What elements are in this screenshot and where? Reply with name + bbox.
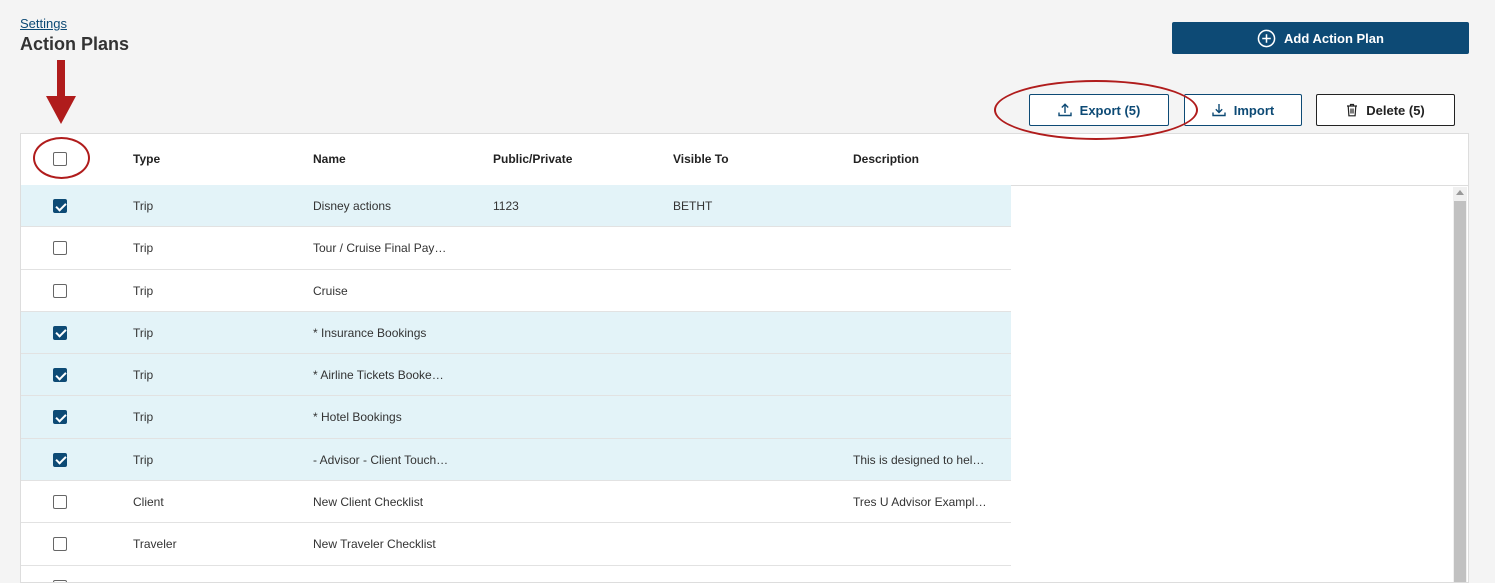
column-header-description[interactable]: Description <box>853 152 919 166</box>
vertical-scrollbar[interactable] <box>1453 187 1467 582</box>
cell-name: * Airline Tickets Booke… <box>313 368 444 383</box>
scrollbar-thumb[interactable] <box>1454 201 1466 582</box>
delete-label: Delete (5) <box>1366 102 1425 118</box>
cell-type: Trip <box>133 283 154 298</box>
export-button[interactable]: Export (5) <box>1029 94 1169 126</box>
cell-type: Trip <box>133 410 154 425</box>
cell-name: New Client Checklist <box>313 495 424 510</box>
cell-type: Trip <box>133 368 154 383</box>
table-row[interactable]: Trip - Advisor - Client Touch… This is des… <box>21 438 1011 482</box>
cell-name: Cruise <box>313 283 348 298</box>
cell-name: Tour / Cruise Final Pay… <box>313 241 447 256</box>
cell-description: Tres U Advisor Exampl… <box>853 495 987 510</box>
table-row[interactable]: Trip Cruise <box>21 269 1011 312</box>
row-checkbox[interactable] <box>53 537 67 552</box>
cell-type: Traveler <box>133 537 177 552</box>
row-checkbox[interactable] <box>53 368 67 383</box>
row-checkbox[interactable] <box>53 199 67 213</box>
column-header-type[interactable]: Type <box>133 152 160 166</box>
table-row[interactable]: Trip * Airline Tickets Booke… <box>21 354 1011 397</box>
table-body: Trip Disney actions 1123 BETHT Trip Tour / Cr… <box>21 185 1011 582</box>
table-row[interactable]: Client New Client Checklist Tres U Advisor… <box>21 481 1011 524</box>
cell-description: This is designed to hel… <box>853 452 985 467</box>
cell-name: - Advisor - Client Touch… <box>313 452 449 467</box>
select-all-checkbox[interactable] <box>53 152 67 166</box>
scroll-up-arrow-icon[interactable] <box>1456 190 1464 195</box>
plus-circle-icon <box>1257 29 1276 48</box>
column-header-public-private[interactable]: Public/Private <box>493 152 572 166</box>
cell-type: Client <box>133 495 164 510</box>
column-header-visible-to[interactable]: Visible To <box>673 152 729 166</box>
trash-icon <box>1346 103 1358 117</box>
add-action-plan-button[interactable]: Add Action Plan <box>1172 22 1469 54</box>
table-row[interactable]: Traveler New Traveler Checklist <box>21 523 1011 566</box>
cell-visible-to: BETHT <box>673 199 713 213</box>
cell-name: Disney actions <box>313 199 392 213</box>
cell-public-private: 1123 <box>493 199 519 213</box>
table-row[interactable]: Trip * Hotel Bookings <box>21 396 1011 439</box>
action-plans-table: Type Name Public/Private Visible To Desc… <box>20 133 1469 583</box>
row-checkbox[interactable] <box>53 283 67 298</box>
page-title: Action Plans <box>20 34 130 54</box>
row-checkbox[interactable] <box>53 452 67 467</box>
row-checkbox[interactable] <box>53 241 67 256</box>
import-button[interactable]: Import <box>1184 94 1302 126</box>
cell-type: Trip <box>133 452 154 467</box>
row-checkbox[interactable] <box>53 495 67 510</box>
table-row[interactable]: Trip Tour / Cruise Final Pay… <box>21 227 1011 270</box>
column-header-name[interactable]: Name <box>313 152 346 166</box>
cell-type: Trip <box>133 241 154 256</box>
delete-button[interactable]: Delete (5) <box>1316 94 1455 126</box>
cell-name: * Hotel Bookings <box>313 410 402 425</box>
cell-name: New Traveler Checklist <box>313 537 436 552</box>
table-row[interactable] <box>21 565 1011 582</box>
cell-type: Trip <box>133 325 154 340</box>
cell-name: * Insurance Bookings <box>313 325 427 340</box>
upload-icon <box>1057 103 1072 117</box>
table-row[interactable]: Trip Disney actions 1123 BETHT <box>21 185 1011 228</box>
row-checkbox[interactable] <box>53 410 67 425</box>
table-row[interactable]: Trip * Insurance Bookings <box>21 311 1011 355</box>
row-checkbox[interactable] <box>53 325 67 340</box>
add-action-plan-label: Add Action Plan <box>1284 30 1384 46</box>
export-label: Export (5) <box>1079 102 1141 118</box>
download-icon <box>1212 103 1226 117</box>
cell-type: Trip <box>133 199 154 213</box>
down-arrow-annotation <box>46 60 76 124</box>
import-label: Import <box>1233 102 1275 118</box>
breadcrumb-settings[interactable]: Settings <box>20 16 67 31</box>
table-header: Type Name Public/Private Visible To Desc… <box>21 134 1468 186</box>
